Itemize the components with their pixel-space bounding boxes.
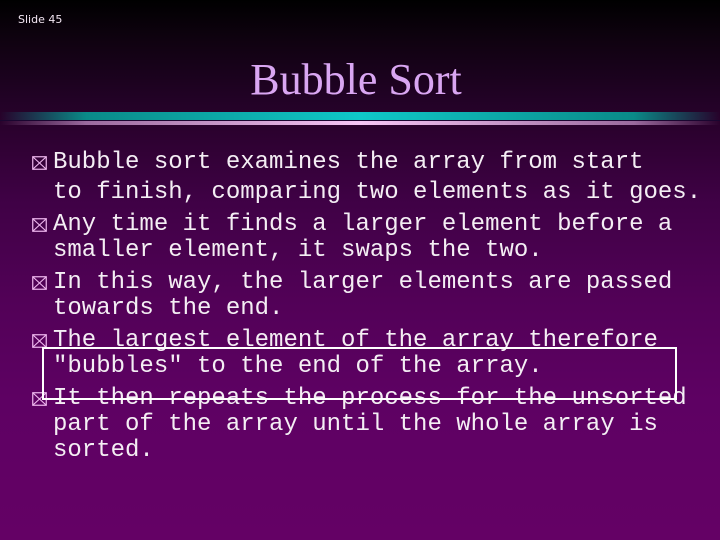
bullet-line: It then repeats the process for the unso…: [53, 385, 687, 412]
bullet-line: Bubble sort examines the array from star…: [53, 149, 644, 176]
bullet-line: "bubbles" to the end of the array.: [53, 353, 543, 380]
bullet-line: sorted.: [53, 437, 154, 464]
bullet-line: The largest element of the array therefo…: [53, 327, 658, 354]
bullet-line: In this way, the larger elements are pas…: [53, 269, 673, 296]
bullet-line: towards the end.: [53, 295, 284, 322]
box-x-icon: [32, 334, 47, 348]
bullet-list: Bubble sort examines the array from star…: [0, 0, 720, 540]
box-x-icon: [32, 276, 47, 290]
bullet-line: part of the array until the whole array …: [53, 411, 658, 438]
bullet-line: Any time it finds a larger element befor…: [53, 211, 673, 238]
box-x-icon: [32, 156, 47, 170]
box-x-icon: [32, 218, 47, 232]
bullet-line: smaller element, it swaps the two.: [53, 237, 543, 264]
bullet-line: to finish, comparing two elements as it …: [53, 179, 702, 206]
box-x-icon: [32, 392, 47, 406]
